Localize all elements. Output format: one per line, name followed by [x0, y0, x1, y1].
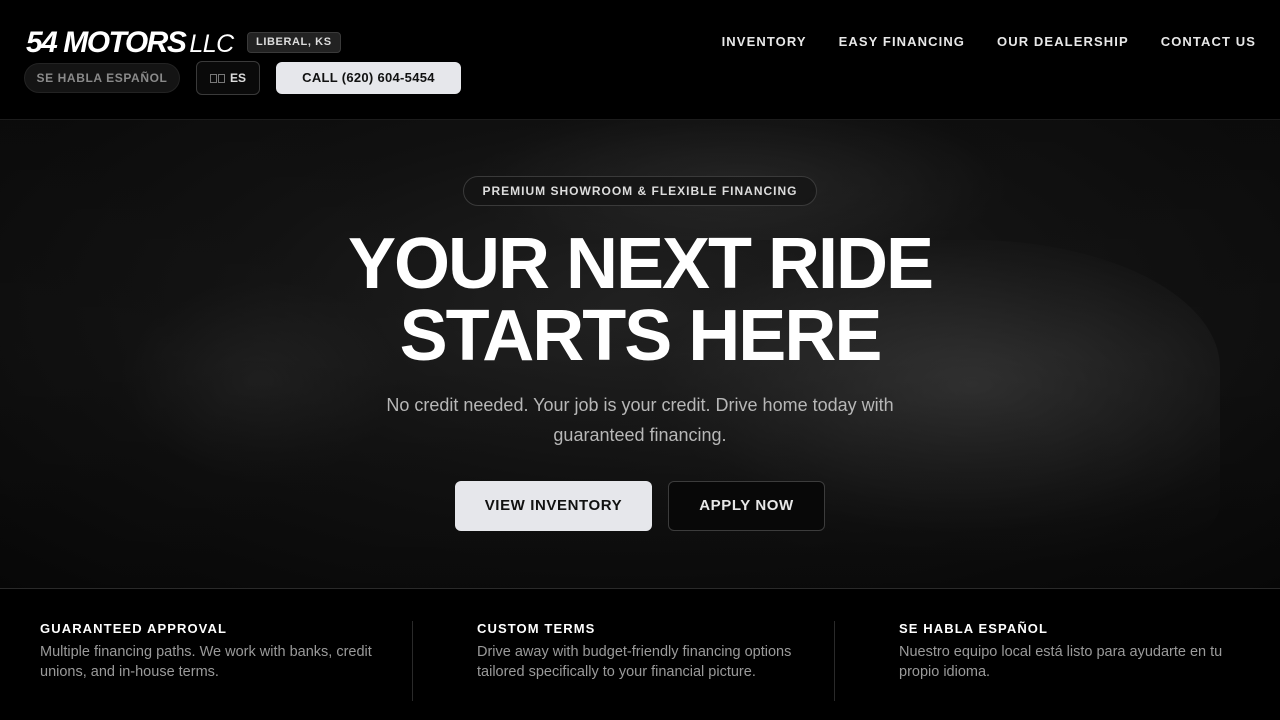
view-inventory-button[interactable]: VIEW INVENTORY — [455, 481, 652, 531]
features-strip: GUARANTEED APPROVAL Multiple financing p… — [0, 588, 1280, 720]
feature-text: Drive away with budget-friendly financin… — [477, 644, 792, 680]
hero-section: PREMIUM SHOWROOM & FLEXIBLE FINANCING YO… — [0, 120, 1280, 588]
feature-se-habla-espanol: SE HABLA ESPAÑOL Nuestro equipo local es… — [899, 621, 1239, 682]
feature-title: SE HABLA ESPAÑOL — [899, 621, 1049, 636]
feature-title: GUARANTEED APPROVAL — [40, 621, 228, 636]
call-button[interactable]: CALL (620) 604-5454 — [276, 62, 461, 94]
location-badge: LIBERAL, KS — [247, 32, 341, 53]
hero-headline: YOUR NEXT RIDE STARTS HERE — [0, 228, 1280, 372]
hero-subtext: No credit needed. Your job is your credi… — [386, 395, 894, 445]
logo-main-text: 54 MOTORS — [26, 26, 187, 59]
language-toggle-label: ES — [229, 71, 246, 85]
site-header: 54 MOTORS LLC LIBERAL, KS SE HABLA ESPAÑ… — [0, 0, 1280, 120]
nav-easy-financing[interactable]: EASY FINANCING — [839, 34, 965, 49]
feature-title: CUSTOM TERMS — [477, 621, 596, 636]
feature-custom-terms: CUSTOM TERMS Drive away with budget-frie… — [477, 621, 797, 682]
hero-tagline-pill: PREMIUM SHOWROOM & FLEXIBLE FINANCING — [463, 176, 817, 206]
logo[interactable]: 54 MOTORS LLC — [26, 26, 234, 60]
nav-our-dealership[interactable]: OUR DEALERSHIP — [997, 34, 1129, 49]
feature-divider — [412, 621, 413, 701]
nav-contact-us[interactable]: CONTACT US — [1161, 34, 1256, 49]
logo-suffix-text: LLC — [189, 30, 234, 58]
apply-now-button[interactable]: APPLY NOW — [668, 481, 825, 531]
flag-icon — [209, 73, 225, 83]
main-nav: INVENTORY EASY FINANCING OUR DEALERSHIP … — [722, 34, 1256, 49]
language-toggle-button[interactable]: ES — [196, 61, 260, 95]
nav-inventory[interactable]: INVENTORY — [722, 34, 807, 49]
feature-guaranteed-approval: GUARANTEED APPROVAL Multiple financing p… — [40, 621, 400, 682]
feature-divider — [834, 621, 835, 701]
feature-text: Multiple financing paths. We work with b… — [40, 644, 372, 680]
hero-headline-line2: STARTS HERE — [399, 296, 883, 376]
feature-text: Nuestro equipo local está listo para ayu… — [899, 644, 1223, 680]
spanish-spoken-pill: SE HABLA ESPAÑOL — [24, 63, 180, 93]
hero-headline-line1: YOUR NEXT RIDE — [347, 224, 934, 304]
